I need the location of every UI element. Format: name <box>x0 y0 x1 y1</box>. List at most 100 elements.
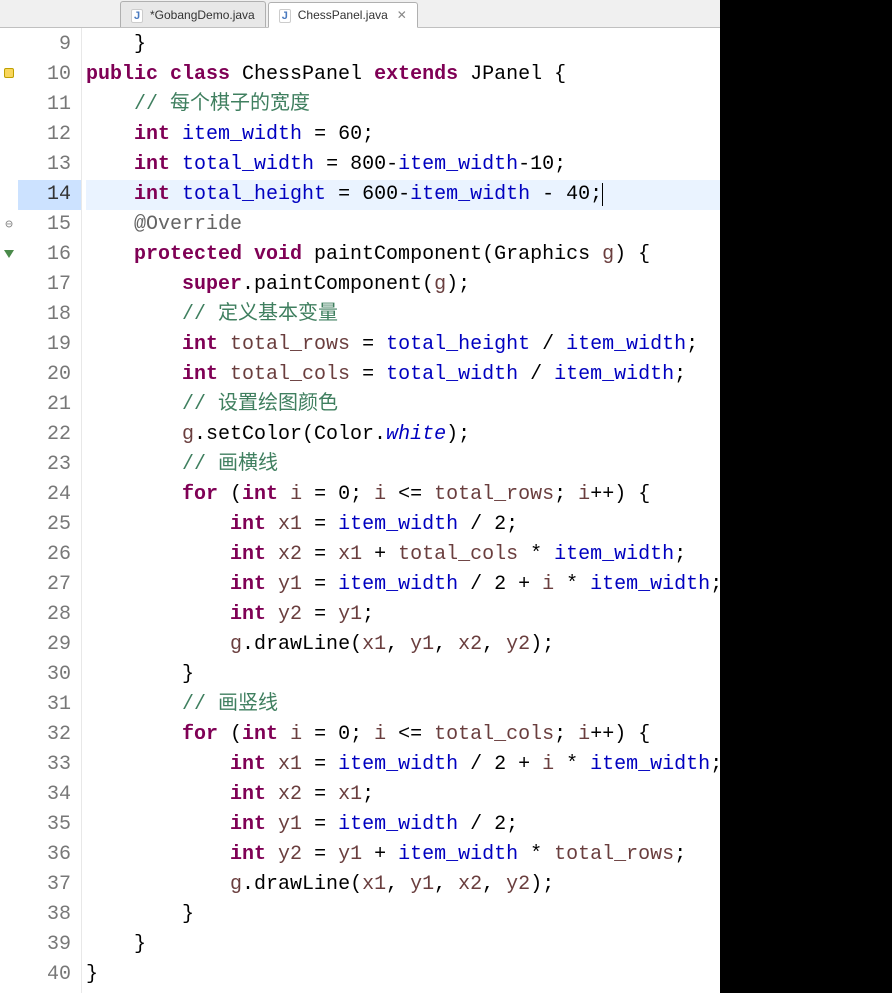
marker-override[interactable] <box>0 240 18 270</box>
override-icon <box>4 250 14 258</box>
code-line[interactable]: // 画竖线 <box>86 690 720 720</box>
line-number[interactable]: 15 <box>18 210 81 240</box>
line-number[interactable]: 25 <box>18 510 81 540</box>
marker-row <box>0 360 18 390</box>
code-line[interactable]: // 每个棋子的宽度 <box>86 90 720 120</box>
marker-row <box>0 870 18 900</box>
code-line[interactable]: int total_width = 800-item_width-10; <box>86 150 720 180</box>
code-line[interactable]: } <box>86 930 720 960</box>
line-number[interactable]: 37 <box>18 870 81 900</box>
code-line[interactable]: } <box>86 30 720 60</box>
code-line[interactable]: for (int i = 0; i <= total_cols; i++) { <box>86 720 720 750</box>
tab-gobangdemo[interactable]: *GobangDemo.java <box>120 1 266 27</box>
code-line[interactable]: // 画横线 <box>86 450 720 480</box>
code-line[interactable]: @Override <box>86 210 720 240</box>
marker-row <box>0 300 18 330</box>
code-line[interactable]: g.drawLine(x1, y1, x2, y2); <box>86 870 720 900</box>
marker-row <box>0 510 18 540</box>
line-number[interactable]: 38 <box>18 900 81 930</box>
code-line[interactable]: public class ChessPanel extends JPanel { <box>86 60 720 90</box>
marker-row <box>0 810 18 840</box>
line-number[interactable]: 26 <box>18 540 81 570</box>
code-line[interactable]: int x2 = x1 + total_cols * item_width; <box>86 540 720 570</box>
line-number[interactable]: 21 <box>18 390 81 420</box>
code-area[interactable]: }public class ChessPanel extends JPanel … <box>82 28 720 993</box>
marker-row <box>0 150 18 180</box>
code-line[interactable]: } <box>86 960 720 990</box>
line-number[interactable]: 19 <box>18 330 81 360</box>
editor-body: ⊖ 9101112131415 <box>0 28 720 993</box>
code-line[interactable]: for (int i = 0; i <= total_rows; i++) { <box>86 480 720 510</box>
line-number[interactable]: 36 <box>18 840 81 870</box>
line-number-gutter[interactable]: 9101112131415161718192021222324252627282… <box>18 28 82 993</box>
code-line[interactable]: // 定义基本变量 <box>86 300 720 330</box>
code-line[interactable]: int total_cols = total_width / item_widt… <box>86 360 720 390</box>
line-number[interactable]: 34 <box>18 780 81 810</box>
code-line[interactable]: int y2 = y1 + item_width * total_rows; <box>86 840 720 870</box>
code-line[interactable]: g.drawLine(x1, y1, x2, y2); <box>86 630 720 660</box>
line-number[interactable]: 31 <box>18 690 81 720</box>
close-icon[interactable]: ✕ <box>393 8 407 22</box>
marker-warning[interactable] <box>0 60 18 90</box>
line-number[interactable]: 18 <box>18 300 81 330</box>
marker-row <box>0 720 18 750</box>
code-line[interactable]: } <box>86 660 720 690</box>
code-line[interactable]: // 设置绘图颜色 <box>86 390 720 420</box>
marker-column: ⊖ <box>0 28 18 993</box>
marker-row <box>0 900 18 930</box>
code-line[interactable]: int y1 = item_width / 2 + i * item_width… <box>86 570 720 600</box>
code-line[interactable]: int y2 = y1; <box>86 600 720 630</box>
line-number[interactable]: 28 <box>18 600 81 630</box>
java-file-icon <box>131 8 145 22</box>
code-line[interactable]: int x1 = item_width / 2; <box>86 510 720 540</box>
line-number[interactable]: 24 <box>18 480 81 510</box>
marker-row <box>0 480 18 510</box>
marker-row <box>0 330 18 360</box>
line-number[interactable]: 11 <box>18 90 81 120</box>
code-editor: *GobangDemo.java ChessPanel.java ✕ ⊖ <box>0 0 720 993</box>
code-line[interactable]: int x1 = item_width / 2 + i * item_width… <box>86 750 720 780</box>
marker-row <box>0 450 18 480</box>
code-line[interactable]: int y1 = item_width / 2; <box>86 810 720 840</box>
line-number[interactable]: 22 <box>18 420 81 450</box>
line-number[interactable]: 33 <box>18 750 81 780</box>
tab-label: ChessPanel.java <box>298 8 388 22</box>
line-number[interactable]: 10 <box>18 60 81 90</box>
code-line[interactable]: g.setColor(Color.white); <box>86 420 720 450</box>
marker-row <box>0 90 18 120</box>
line-number[interactable]: 12 <box>18 120 81 150</box>
fold-icon: ⊖ <box>5 217 13 232</box>
tab-chesspanel[interactable]: ChessPanel.java ✕ <box>268 2 418 28</box>
line-number[interactable]: 20 <box>18 360 81 390</box>
line-number[interactable]: 9 <box>18 30 81 60</box>
code-line[interactable]: int total_rows = total_height / item_wid… <box>86 330 720 360</box>
line-number[interactable]: 14 <box>18 180 81 210</box>
marker-row <box>0 180 18 210</box>
marker-row <box>0 780 18 810</box>
line-number[interactable]: 29 <box>18 630 81 660</box>
line-number[interactable]: 27 <box>18 570 81 600</box>
code-line[interactable]: protected void paintComponent(Graphics g… <box>86 240 720 270</box>
marker-fold[interactable]: ⊖ <box>0 210 18 240</box>
line-number[interactable]: 30 <box>18 660 81 690</box>
line-number[interactable]: 39 <box>18 930 81 960</box>
marker-row <box>0 570 18 600</box>
line-number[interactable]: 32 <box>18 720 81 750</box>
code-line[interactable]: int item_width = 60; <box>86 120 720 150</box>
marker-row <box>0 750 18 780</box>
marker-row <box>0 270 18 300</box>
code-line[interactable]: int x2 = x1; <box>86 780 720 810</box>
line-number[interactable]: 13 <box>18 150 81 180</box>
marker-row <box>0 630 18 660</box>
line-number[interactable]: 23 <box>18 450 81 480</box>
code-line[interactable]: int total_height = 600-item_width - 40; <box>86 180 720 210</box>
line-number[interactable]: 40 <box>18 960 81 990</box>
line-number[interactable]: 17 <box>18 270 81 300</box>
line-number[interactable]: 16 <box>18 240 81 270</box>
marker-row <box>0 690 18 720</box>
marker-row <box>0 930 18 960</box>
marker-row <box>0 960 18 990</box>
code-line[interactable]: } <box>86 900 720 930</box>
code-line[interactable]: super.paintComponent(g); <box>86 270 720 300</box>
line-number[interactable]: 35 <box>18 810 81 840</box>
